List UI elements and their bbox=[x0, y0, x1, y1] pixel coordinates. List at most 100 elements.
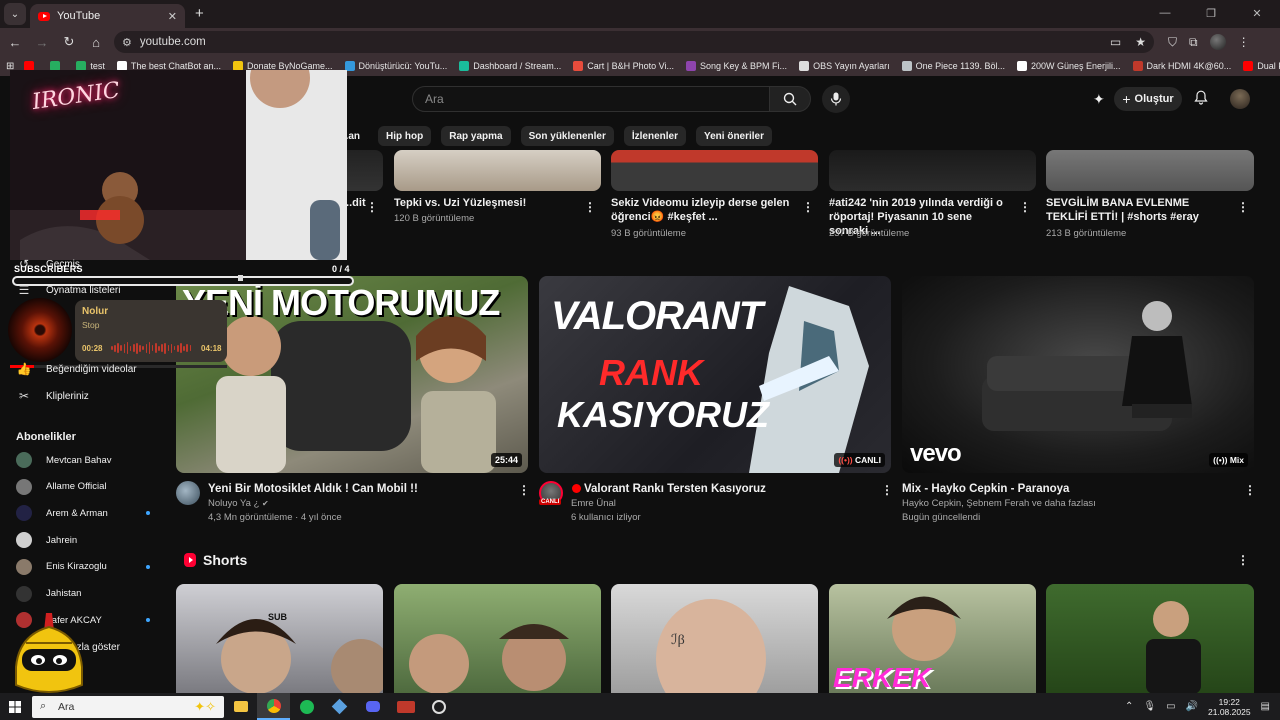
cast-icon[interactable]: ▭ bbox=[1110, 35, 1121, 49]
start-button[interactable] bbox=[0, 700, 30, 713]
video-title[interactable]: Tepki vs. Uzi Yüzleşmesi! bbox=[394, 196, 574, 210]
browser-tab-youtube[interactable]: YouTube ✕ bbox=[30, 4, 185, 28]
bookmark-star-icon[interactable]: ★ bbox=[1135, 35, 1146, 49]
extensions-puzzle-icon[interactable]: ⧉ bbox=[1189, 35, 1198, 50]
channel-avatar[interactable]: CANLI bbox=[539, 481, 563, 505]
home-button[interactable]: ⌂ bbox=[84, 30, 108, 54]
shield-extension-icon[interactable]: ⛉ bbox=[1168, 35, 1177, 50]
video-thumbnail[interactable] bbox=[829, 150, 1036, 191]
video-duration: 25:44 bbox=[490, 453, 522, 467]
filter-chip[interactable]: Yeni öneriler bbox=[695, 126, 773, 146]
more-options-icon[interactable]: ⋮ bbox=[802, 200, 814, 214]
restore-icon[interactable]: ❐ bbox=[1188, 0, 1234, 26]
taskbar-chrome[interactable] bbox=[257, 693, 290, 720]
sidebar-item-playlists[interactable]: ☰ Oynatma listeleri bbox=[16, 283, 121, 297]
shorts-more-options-icon[interactable]: ⋮ bbox=[1237, 553, 1249, 567]
taskbar-app-diamond[interactable] bbox=[323, 693, 356, 720]
network-icon[interactable]: ▭ bbox=[1166, 701, 1175, 712]
back-button[interactable]: ← bbox=[3, 30, 27, 54]
notification-center-icon[interactable]: ▤ bbox=[1261, 701, 1270, 712]
short-thumbnail[interactable]: ERKEK bbox=[829, 584, 1036, 694]
search-button[interactable] bbox=[769, 86, 811, 112]
sidebar-item-clips[interactable]: ✂ Klipleriniz bbox=[16, 389, 89, 403]
more-options-icon[interactable]: ⋮ bbox=[1237, 200, 1249, 214]
filter-chip[interactable]: Son yüklenenler bbox=[520, 126, 614, 146]
clock[interactable]: 19:22 21.08.2025 bbox=[1208, 697, 1251, 717]
short-thumbnail[interactable]: SUB bbox=[176, 584, 383, 694]
minimize-icon[interactable]: — bbox=[1142, 0, 1188, 26]
microphone-tray-icon[interactable]: 🎙 bbox=[1143, 701, 1156, 712]
bookmark-item[interactable]: Dark HDMI 4K@60... bbox=[1127, 61, 1238, 71]
channel-name[interactable]: Hayko Cepkin, Şebnem Ferah ve daha fazla… bbox=[902, 497, 1096, 511]
bookmark-item[interactable]: Dual PC Audio Setu... bbox=[1237, 61, 1280, 71]
window-controls: — ❐ ✕ bbox=[1142, 0, 1280, 26]
subscription-item[interactable]: Allame Official bbox=[16, 478, 136, 495]
short-thumbnail[interactable]: ℐβ bbox=[611, 584, 818, 694]
voice-search-button[interactable] bbox=[822, 85, 850, 113]
subscription-item[interactable]: Jahrein bbox=[16, 532, 136, 549]
stream-extension-icon[interactable]: ✦ bbox=[1093, 91, 1105, 108]
site-info-icon[interactable]: ⚙ bbox=[122, 36, 132, 49]
bookmark-item[interactable]: 200W Güneş Enerjili... bbox=[1011, 61, 1127, 71]
filter-chip[interactable]: İzlenenler bbox=[623, 126, 686, 146]
browser-menu-icon[interactable]: ⋮ bbox=[1238, 35, 1250, 49]
bookmark-item[interactable]: OBS Yayın Ayarları bbox=[793, 61, 896, 71]
svg-text:ℐβ: ℐβ bbox=[671, 633, 685, 648]
filter-chip[interactable]: Hip hop bbox=[378, 126, 432, 146]
browser-profile-avatar[interactable] bbox=[1209, 34, 1226, 50]
subscription-item[interactable]: Arem & Arman bbox=[16, 505, 150, 522]
bookmark-item[interactable]: Song Key & BPM Fi... bbox=[680, 61, 793, 71]
more-options-icon[interactable]: ⋮ bbox=[1244, 483, 1256, 497]
video-thumbnail[interactable] bbox=[394, 150, 601, 191]
account-avatar[interactable] bbox=[1230, 89, 1250, 109]
taskbar-search-input[interactable]: ⌕ Ara ✦✧ bbox=[32, 695, 224, 718]
notifications-bell-icon[interactable] bbox=[1194, 90, 1208, 108]
short-thumbnail[interactable] bbox=[394, 584, 601, 694]
video-thumbnail[interactable]: VALORANT RANK KASIYORUZ ((•)) CANLI bbox=[539, 276, 891, 473]
taskbar-streaming-app[interactable] bbox=[389, 693, 422, 720]
forward-button[interactable]: → bbox=[30, 30, 54, 54]
volume-icon[interactable]: 🔊 bbox=[1186, 701, 1198, 712]
tray-overflow-chevron-icon[interactable]: ⌃ bbox=[1125, 701, 1133, 712]
video-thumbnail[interactable]: vevo ((•)) Mix bbox=[902, 276, 1254, 473]
video-thumbnail[interactable]: YENİ MOTORUMUZ 25:44 bbox=[176, 276, 528, 473]
taskbar-file-explorer[interactable] bbox=[224, 693, 257, 720]
create-button[interactable]: + Oluştur bbox=[1114, 87, 1182, 111]
channel-name[interactable]: Emre Ünal bbox=[571, 497, 616, 511]
more-options-icon[interactable]: ⋮ bbox=[1019, 200, 1031, 214]
more-options-icon[interactable]: ⋮ bbox=[584, 200, 596, 214]
subscription-item[interactable]: Enis Kirazoglu bbox=[16, 558, 150, 575]
video-thumbnail[interactable] bbox=[611, 150, 818, 191]
subscription-item[interactable]: Mevtcan Bahav bbox=[16, 452, 136, 468]
tab-close-icon[interactable]: ✕ bbox=[168, 10, 177, 23]
bookmark-item[interactable]: Dönüştürücü: YouTu... bbox=[339, 61, 454, 71]
filter-chip[interactable]: Rap yapma bbox=[441, 126, 511, 146]
sidebar-item-liked[interactable]: 👍 Beğendiğim videolar bbox=[16, 362, 137, 376]
video-title[interactable]: Yeni Bir Motosiklet Aldık ! Can Mobil !! bbox=[208, 482, 418, 496]
bookmark-item[interactable]: Cart | B&H Photo Vi... bbox=[567, 61, 680, 71]
video-title[interactable]: Mix - Hayko Cepkin - Paranoya bbox=[902, 482, 1069, 496]
taskbar-obs[interactable] bbox=[422, 693, 455, 720]
search-input[interactable]: Ara bbox=[412, 86, 770, 112]
new-tab-button[interactable]: + bbox=[195, 5, 204, 22]
taskbar-spotify[interactable] bbox=[290, 693, 323, 720]
video-title[interactable]: SEVGİLİM BANA EVLENME TEKLİFİ ETTİ! | #s… bbox=[1046, 196, 1231, 224]
bookmark-item[interactable]: One Piece 1139. Böl... bbox=[896, 61, 1011, 71]
address-bar[interactable]: ⚙ youtube.com ▭ ★ bbox=[114, 31, 1154, 53]
taskbar-discord[interactable] bbox=[356, 693, 389, 720]
channel-name[interactable]: Noluyo Ya ¿ ✔ bbox=[208, 497, 269, 511]
video-thumbnail[interactable] bbox=[1046, 150, 1254, 191]
tab-search-button[interactable]: ⌄ bbox=[4, 3, 26, 25]
bookmark-item[interactable]: Dashboard / Stream... bbox=[453, 61, 567, 71]
reload-button[interactable]: ↻ bbox=[57, 30, 81, 54]
video-title[interactable]: Sekiz Videomu izleyip derse gelen öğrenc… bbox=[611, 196, 791, 224]
waveform-bar bbox=[180, 343, 182, 353]
more-options-icon[interactable]: ⋮ bbox=[881, 483, 893, 497]
close-window-icon[interactable]: ✕ bbox=[1234, 0, 1280, 26]
more-options-icon[interactable]: ⋮ bbox=[518, 483, 530, 497]
short-thumbnail[interactable] bbox=[1046, 584, 1254, 694]
more-options-icon[interactable]: ⋮ bbox=[366, 200, 378, 214]
video-title[interactable]: Valorant Rankı Tersten Kasıyoruz bbox=[572, 482, 766, 496]
channel-avatar[interactable] bbox=[176, 481, 200, 505]
subscription-item[interactable]: Jahistan bbox=[16, 585, 136, 602]
